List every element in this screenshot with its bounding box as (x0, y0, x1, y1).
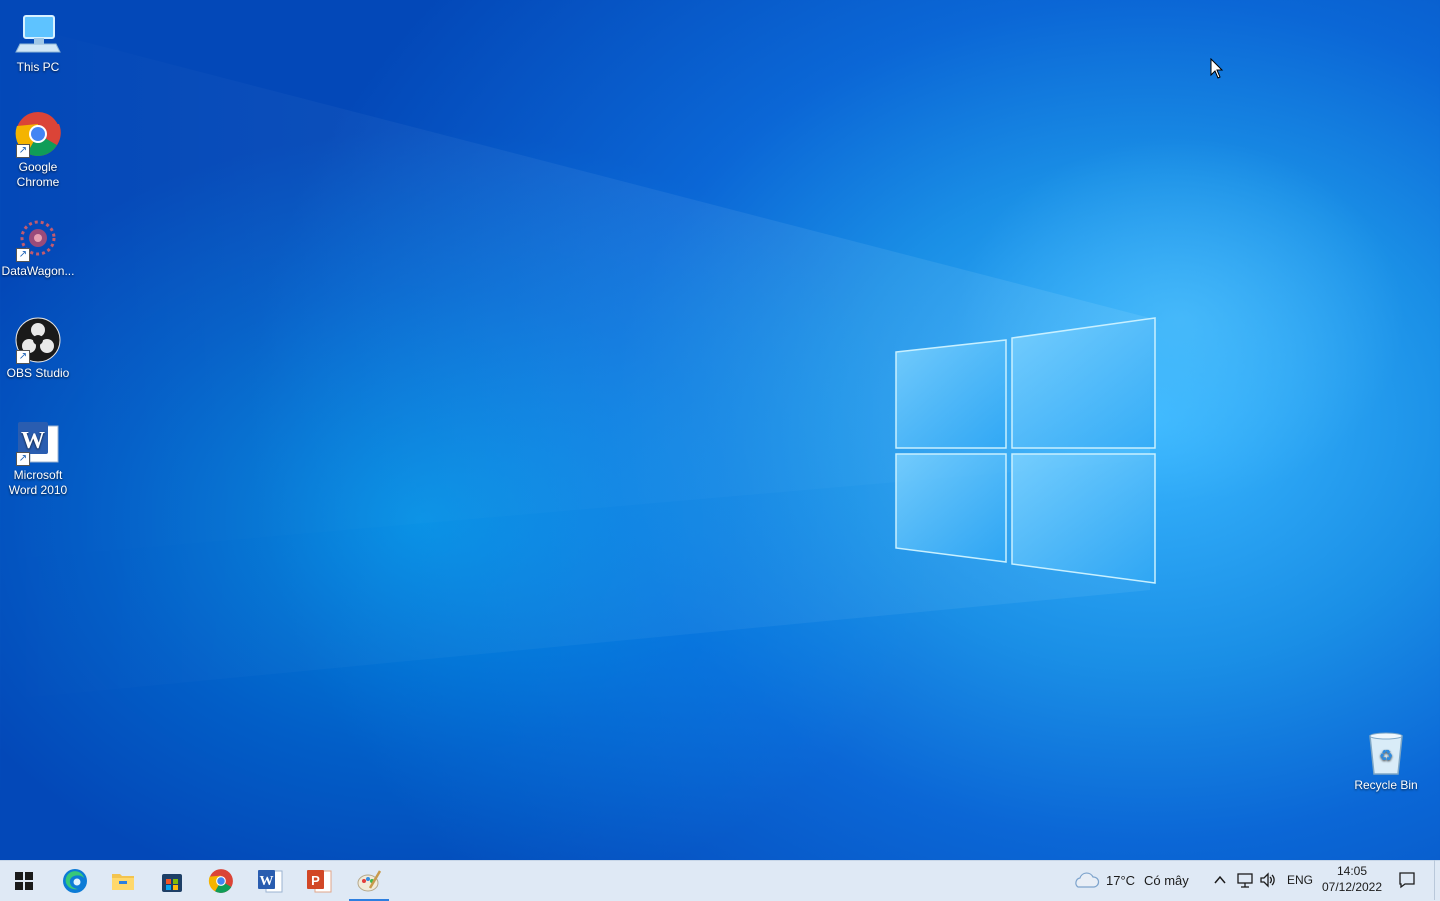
taskbar-store-button[interactable] (148, 861, 196, 901)
shortcut-arrow-icon: ↗ (16, 350, 30, 364)
desktop-icon-label: DataWagon... (1, 264, 75, 278)
start-button[interactable] (0, 861, 48, 901)
folder-icon (112, 874, 134, 890)
svg-text:W: W (260, 874, 274, 889)
store-icon (162, 874, 182, 892)
windows-start-icon (15, 872, 33, 890)
powerpoint-icon: P (307, 870, 332, 893)
taskbar-powerpoint-button[interactable]: P (295, 861, 343, 901)
show-desktop-button[interactable] (1434, 860, 1440, 900)
taskbar-word-button[interactable]: W (246, 861, 294, 901)
desktop-icon-recycle-bin[interactable]: ♻ Recycle Bin (1348, 728, 1424, 793)
taskbar-file-explorer-button[interactable] (99, 861, 147, 901)
computer-icon (14, 10, 62, 58)
clock-date: 07/12/2022 (1321, 880, 1383, 894)
taskbar-chrome-button[interactable] (197, 861, 245, 901)
desktop-icon-obs-studio[interactable]: ↗ OBS Studio (0, 316, 76, 381)
svg-text:P: P (311, 873, 320, 888)
shortcut-arrow-icon: ↗ (16, 452, 30, 466)
weather-temperature[interactable]: 17°C (1106, 873, 1135, 888)
desktop-icon-label: Recycle Bin (1354, 778, 1418, 792)
chrome-icon (208, 869, 233, 893)
chrome-icon: ↗ (14, 110, 62, 158)
datawagon-icon: ↗ (14, 214, 62, 262)
shortcut-arrow-icon: ↗ (16, 248, 30, 262)
desktop-icon-label: OBS Studio (6, 366, 70, 380)
svg-text:W: W (21, 428, 45, 454)
desktop-icon-this-pc[interactable]: This PC (0, 10, 76, 75)
desktop-icon-label: This PC (16, 60, 60, 74)
desktop-icon-datawagon[interactable]: ↗ DataWagon... (0, 214, 76, 279)
taskbar-paint-button[interactable] (345, 861, 393, 901)
paint-icon (357, 870, 382, 892)
word-icon: W ↗ (14, 418, 62, 466)
language-indicator[interactable]: ENG (1287, 873, 1313, 887)
svg-text:♻: ♻ (1379, 746, 1393, 765)
network-icon[interactable] (1236, 871, 1254, 889)
desktop-icon-label: Google Chrome (16, 160, 60, 189)
clock-time: 14:05 (1336, 864, 1368, 878)
mouse-cursor-icon (1210, 58, 1224, 79)
taskbar-edge-button[interactable] (51, 861, 99, 901)
desktop-icon-label: Microsoft Word 2010 (8, 468, 68, 497)
desktop-icon-microsoft-word[interactable]: W ↗ Microsoft Word 2010 (0, 418, 76, 498)
word-icon: W (258, 870, 283, 893)
chevron-up-icon[interactable] (1213, 874, 1227, 886)
weather-condition[interactable]: Có mây (1144, 873, 1189, 888)
shortcut-arrow-icon: ↗ (16, 144, 30, 158)
volume-icon[interactable] (1259, 871, 1277, 889)
obs-icon: ↗ (14, 316, 62, 364)
edge-icon (63, 869, 87, 893)
desktop-icon-google-chrome[interactable]: ↗ Google Chrome (0, 110, 76, 190)
recycle-bin-icon: ♻ (1362, 728, 1410, 776)
taskbar-clock[interactable]: 14:05 07/12/2022 (1318, 863, 1386, 895)
notification-center-icon[interactable] (1398, 871, 1416, 889)
desktop-wallpaper (0, 0, 1440, 860)
cloud-icon (1075, 872, 1100, 888)
